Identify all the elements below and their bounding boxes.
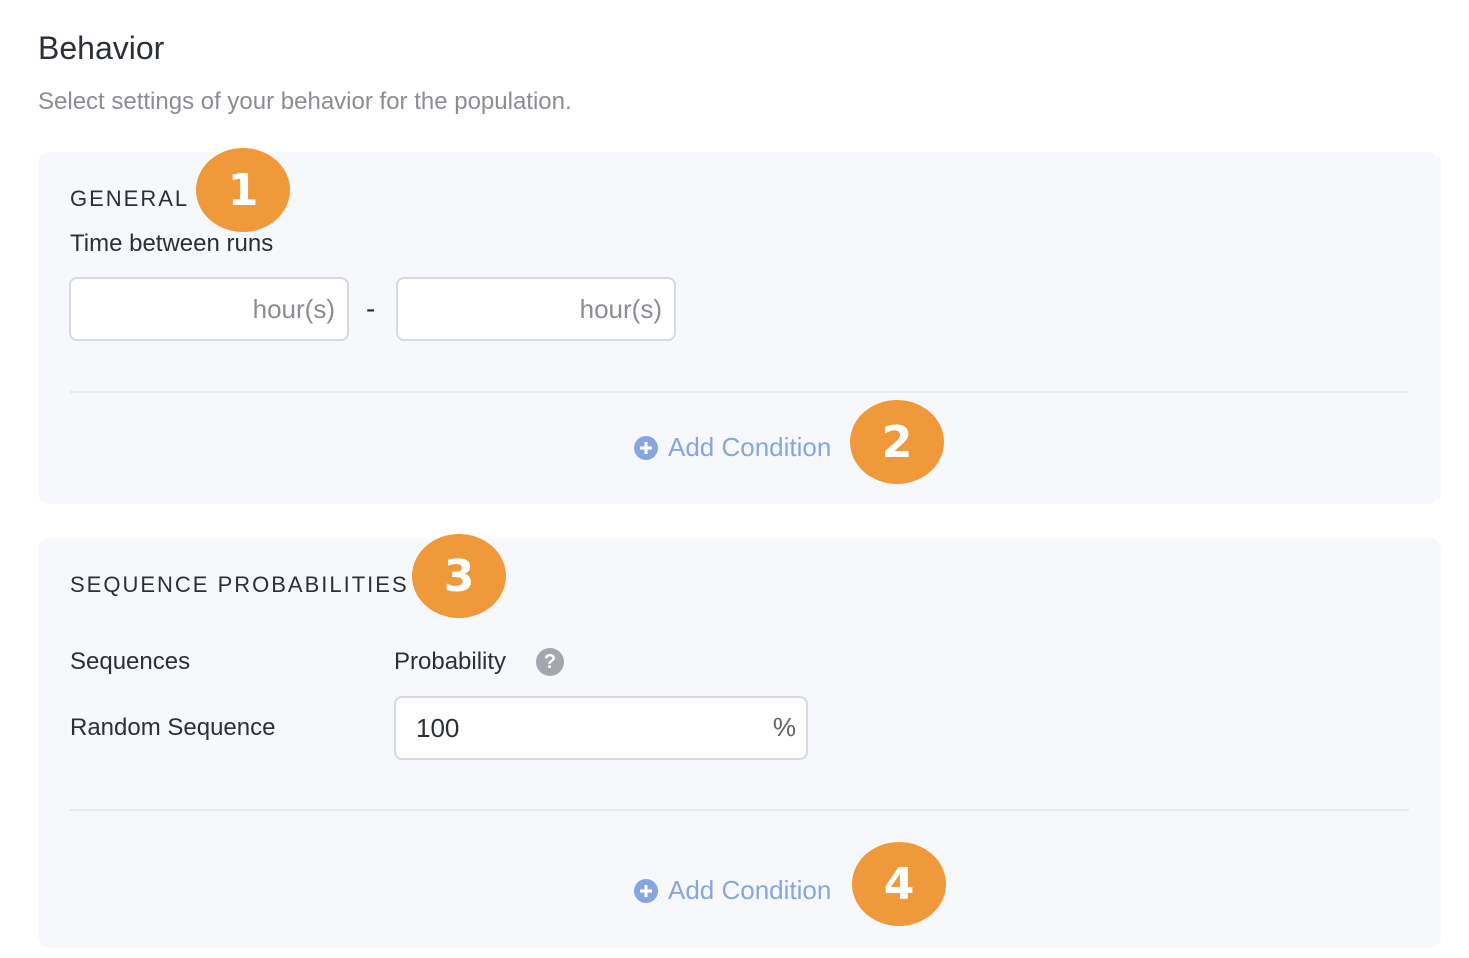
range-separator: - [366, 293, 376, 324]
callout-badge-2: 2 [850, 400, 944, 484]
behavior-page: Behavior Select settings of your behavio… [0, 0, 1469, 958]
probability-field: % [394, 696, 808, 760]
add-condition-label: Add Condition [668, 875, 832, 905]
probability-column-header: Probability [394, 648, 507, 675]
general-panel: GENERAL 1 Time between runs - Add Condit… [38, 148, 1441, 504]
percent-suffix: % [772, 712, 796, 742]
page-subtitle: Select settings of your behavior for the… [38, 88, 572, 115]
min-hours-input[interactable] [69, 277, 349, 341]
sequences-column-header: Sequences [70, 648, 191, 675]
max-hours-input[interactable] [396, 277, 676, 341]
sequence-name: Random Sequence [70, 714, 276, 741]
sequence-probabilities-panel: SEQUENCE PROBABILITIES 3 Sequences Proba… [38, 534, 1441, 948]
general-heading: GENERAL [70, 186, 190, 211]
general-divider [70, 391, 1409, 393]
time-between-runs-label: Time between runs [70, 230, 274, 257]
sequence-add-condition-button[interactable]: Add Condition [634, 875, 831, 906]
sequence-divider [70, 809, 1409, 811]
question-circle-icon[interactable]: ? [536, 648, 564, 676]
plus-circle-icon [634, 878, 658, 903]
callout-badge-3: 3 [412, 534, 506, 618]
general-add-condition-button[interactable]: Add Condition [634, 432, 831, 463]
callout-badge-4: 4 [852, 842, 946, 926]
plus-circle-icon [634, 435, 658, 460]
probability-input[interactable] [394, 696, 808, 760]
page-title: Behavior [38, 30, 165, 66]
callout-badge-1: 1 [196, 148, 290, 232]
sequence-probabilities-heading: SEQUENCE PROBABILITIES [70, 572, 409, 597]
add-condition-label: Add Condition [668, 432, 832, 462]
